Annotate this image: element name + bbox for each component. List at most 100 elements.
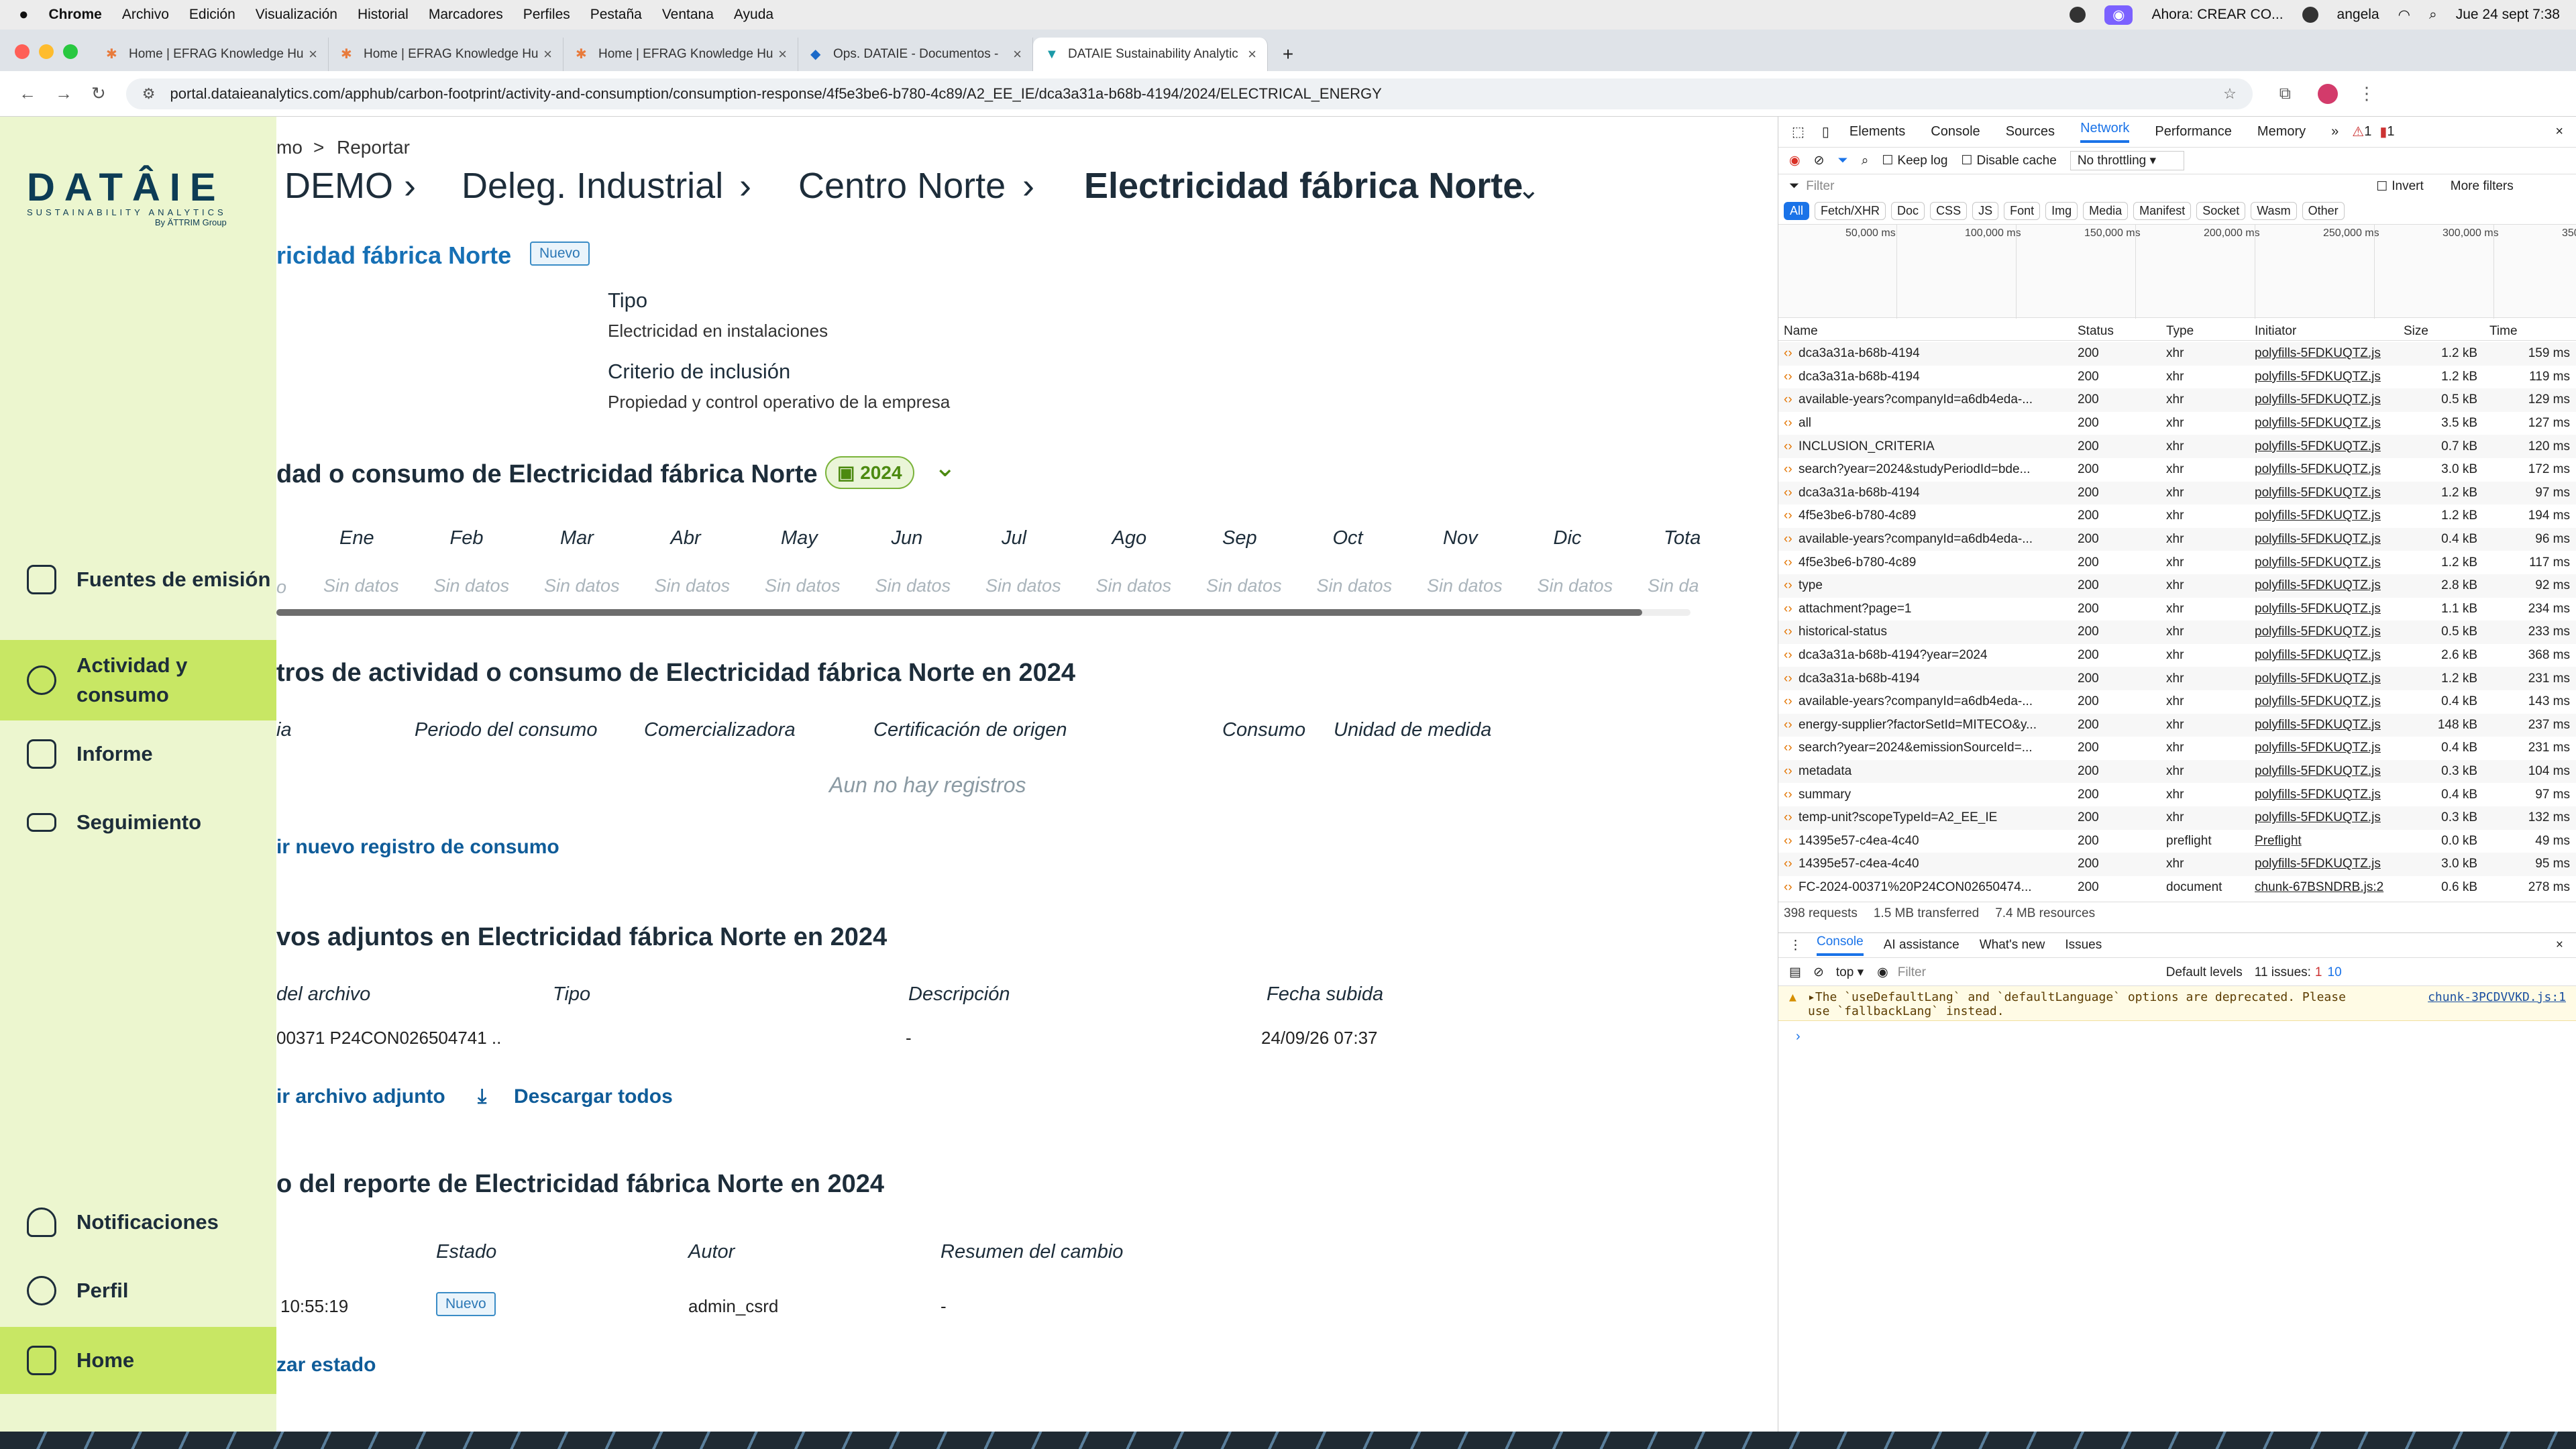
drawer-menu-icon[interactable]: ⋮ [1789, 938, 1802, 953]
request-initiator[interactable]: polyfills-5FDKUQTZ.js [2255, 508, 2396, 523]
request-row[interactable]: type 200 xhr polyfills-5FDKUQTZ.js 2.8 kB 92 … [1778, 574, 2576, 598]
extensions-icon[interactable]: ⧉ [2279, 85, 2291, 103]
search-icon[interactable]: ⌕ [2429, 7, 2437, 23]
more-filters-dropdown[interactable]: More filters [2451, 179, 2514, 194]
search-icon[interactable]: ⌕ [1862, 154, 1869, 168]
request-initiator[interactable]: polyfills-5FDKUQTZ.js [2255, 625, 2396, 639]
tab-efrag-3[interactable]: ✱ Home | EFRAG Knowledge Hu × [564, 38, 798, 71]
clear-icon[interactable]: ⊘ [1814, 153, 1825, 168]
month-value[interactable]: Sin da [1648, 576, 1699, 596]
user-name[interactable]: angela [2337, 7, 2379, 23]
more-tabs-icon[interactable]: » [2331, 124, 2339, 140]
menu-perfiles[interactable]: Perfiles [523, 7, 570, 23]
cloud-icon[interactable] [2070, 7, 2086, 23]
add-consumption-record-link[interactable]: ir nuevo registro de consumo [276, 836, 559, 859]
path-demo[interactable]: DEMO [284, 165, 393, 207]
console-warning-message[interactable]: ▲ ▸The `useDefaultLang` and `defaultLang… [1778, 986, 2576, 1021]
back-arrow-icon[interactable]: ← [19, 83, 36, 104]
request-initiator[interactable]: polyfills-5FDKUQTZ.js [2255, 741, 2396, 755]
year-chevron-down-icon[interactable]: ⌄ [934, 452, 957, 483]
request-initiator[interactable]: polyfills-5FDKUQTZ.js [2255, 788, 2396, 802]
download-all-link[interactable]: Descargar todos [514, 1085, 673, 1108]
horizontal-scrollbar[interactable] [276, 609, 1690, 616]
bookmark-star-icon[interactable]: ☆ [2223, 85, 2237, 103]
keep-log-checkbox[interactable]: ☐ [1882, 153, 1893, 168]
nav-actividad-y-consumo[interactable]: Actividad y consumo [0, 640, 276, 720]
menu-pestana[interactable]: Pestaña [590, 7, 642, 23]
type-filter-doc[interactable]: Doc [1891, 201, 1925, 220]
tab-ops-dataie[interactable]: ◆ Ops. DATAIE - Documentos - × [798, 38, 1033, 71]
sidebar-toggle-icon[interactable]: ▤ [1789, 965, 1801, 980]
request-row[interactable]: dca3a31a-b68b-4194 200 xhr polyfills-5FDKUQ… [1778, 342, 2576, 366]
nav-informe[interactable]: Informe [0, 734, 276, 774]
disable-cache-checkbox[interactable]: ☐ [1961, 153, 1972, 168]
throttling-select[interactable]: No throttling ▾ [2070, 151, 2184, 170]
request-row[interactable]: available-years?companyId=a6db4eda-... 20… [1778, 527, 2576, 551]
update-status-link[interactable]: zar estado [276, 1354, 376, 1377]
menu-ayuda[interactable]: Ayuda [734, 7, 773, 23]
drawer-tab-whats-new[interactable]: What's new [1980, 938, 2045, 953]
tab-performance[interactable]: Performance [2155, 124, 2232, 140]
error-icon[interactable]: ▮ [2379, 123, 2387, 140]
issues-label[interactable]: 11 issues: [2255, 965, 2311, 980]
request-row[interactable]: 14395e57-c4ea-4c40 200 preflight Preflight 0… [1778, 830, 2576, 853]
request-row[interactable]: dca3a31a-b68b-4194 200 xhr polyfills-5FDKUQ… [1778, 667, 2576, 690]
request-row[interactable]: search?year=2024&studyPeriodId=bde... 200… [1778, 458, 2576, 482]
type-filter-wasm[interactable]: Wasm [2251, 201, 2297, 220]
request-initiator[interactable]: polyfills-5FDKUQTZ.js [2255, 392, 2396, 407]
request-row[interactable]: search?year=2024&emissionSourceId=... 200… [1778, 737, 2576, 760]
reload-icon[interactable]: ↻ [91, 83, 106, 104]
clock-datetime[interactable]: Jue 24 sept 7:38 [2456, 7, 2560, 23]
tab-network[interactable]: Network [2080, 121, 2130, 143]
close-tab-icon[interactable]: × [543, 46, 552, 63]
request-row[interactable]: temp-unit?scopeTypeId=A2_EE_IE 200 xhr poly… [1778, 806, 2576, 830]
zoom-window-button[interactable] [63, 44, 78, 59]
request-row[interactable]: dca3a31a-b68b-4194?year=2024 200 xhr polyfi… [1778, 644, 2576, 667]
log-levels-select[interactable]: Default levels [2166, 965, 2243, 980]
type-filter-img[interactable]: Img [2045, 201, 2078, 220]
request-row[interactable]: 4f5e3be6-b780-4c89 200 xhr polyfills-5FDKUQ… [1778, 504, 2576, 528]
new-tab-button[interactable]: + [1268, 38, 1308, 71]
drawer-tab-console[interactable]: Console [1817, 934, 1864, 956]
type-filter-css[interactable]: CSS [1930, 201, 1968, 220]
site-info-icon[interactable]: ⚙ [142, 85, 156, 103]
close-tab-icon[interactable]: × [1013, 46, 1022, 63]
month-value[interactable]: Sin datos [1206, 576, 1282, 596]
request-initiator[interactable]: polyfills-5FDKUQTZ.js [2255, 555, 2396, 570]
request-initiator[interactable]: polyfills-5FDKUQTZ.js [2255, 486, 2396, 500]
month-value[interactable]: Sin datos [1096, 576, 1172, 596]
request-initiator[interactable]: polyfills-5FDKUQTZ.js [2255, 672, 2396, 686]
col-name[interactable]: Name [1784, 324, 1818, 339]
menu-marcadores[interactable]: Marcadores [429, 7, 503, 23]
col-time[interactable]: Time [2489, 324, 2518, 339]
url-omnibox[interactable]: ⚙ portal.dataieanalytics.com/apphub/carb… [125, 78, 2253, 109]
request-row[interactable]: historical-status 200 xhr polyfills-5FDKUQT… [1778, 621, 2576, 644]
month-value[interactable]: Sin datos [655, 576, 731, 596]
request-row[interactable]: summary 200 xhr polyfills-5FDKUQTZ.js 0.4 kB… [1778, 783, 2576, 806]
minimize-window-button[interactable] [39, 44, 54, 59]
forward-arrow-icon[interactable]: → [55, 83, 72, 104]
warning-source-link[interactable]: chunk-3PCDVVKD.js:1 [2428, 990, 2566, 1004]
apple-menu-icon[interactable]: ● [19, 5, 29, 24]
month-value[interactable]: Sin datos [765, 576, 841, 596]
close-window-button[interactable] [15, 44, 30, 59]
filter-icon[interactable]: ⏷ [1838, 154, 1848, 168]
menu-ventana[interactable]: Ventana [662, 7, 714, 23]
nav-seguimiento[interactable]: Seguimiento [0, 802, 276, 843]
type-filter-all[interactable]: All [1784, 201, 1810, 220]
request-initiator[interactable]: polyfills-5FDKUQTZ.js [2255, 462, 2396, 477]
type-filter-other[interactable]: Other [2302, 201, 2345, 220]
request-initiator[interactable]: chunk-67BSNDRB.js:2 [2255, 880, 2396, 895]
kebab-menu-icon[interactable]: ⋮ [2358, 83, 2375, 104]
tab-memory[interactable]: Memory [2257, 124, 2306, 140]
request-row[interactable]: INCLUSION_CRITERIA 200 xhr polyfills-5FDKUQ… [1778, 435, 2576, 458]
request-row[interactable]: attachment?page=1 200 xhr polyfills-5FDKUQT… [1778, 598, 2576, 621]
screen-record-icon[interactable]: ◉ [2104, 5, 2133, 25]
month-value[interactable]: Sin datos [1317, 576, 1393, 596]
path-deleg-industrial[interactable]: Deleg. Industrial [462, 165, 723, 207]
request-row[interactable]: metadata 200 xhr polyfills-5FDKUQTZ.js 0.3 k… [1778, 759, 2576, 784]
request-row[interactable]: dca3a31a-b68b-4194 200 xhr polyfills-5FDKUQ… [1778, 481, 2576, 505]
nav-notificaciones[interactable]: Notificaciones [0, 1202, 276, 1242]
month-value[interactable]: Sin datos [1538, 576, 1613, 596]
path-centro-norte[interactable]: Centro Norte [798, 165, 1006, 207]
